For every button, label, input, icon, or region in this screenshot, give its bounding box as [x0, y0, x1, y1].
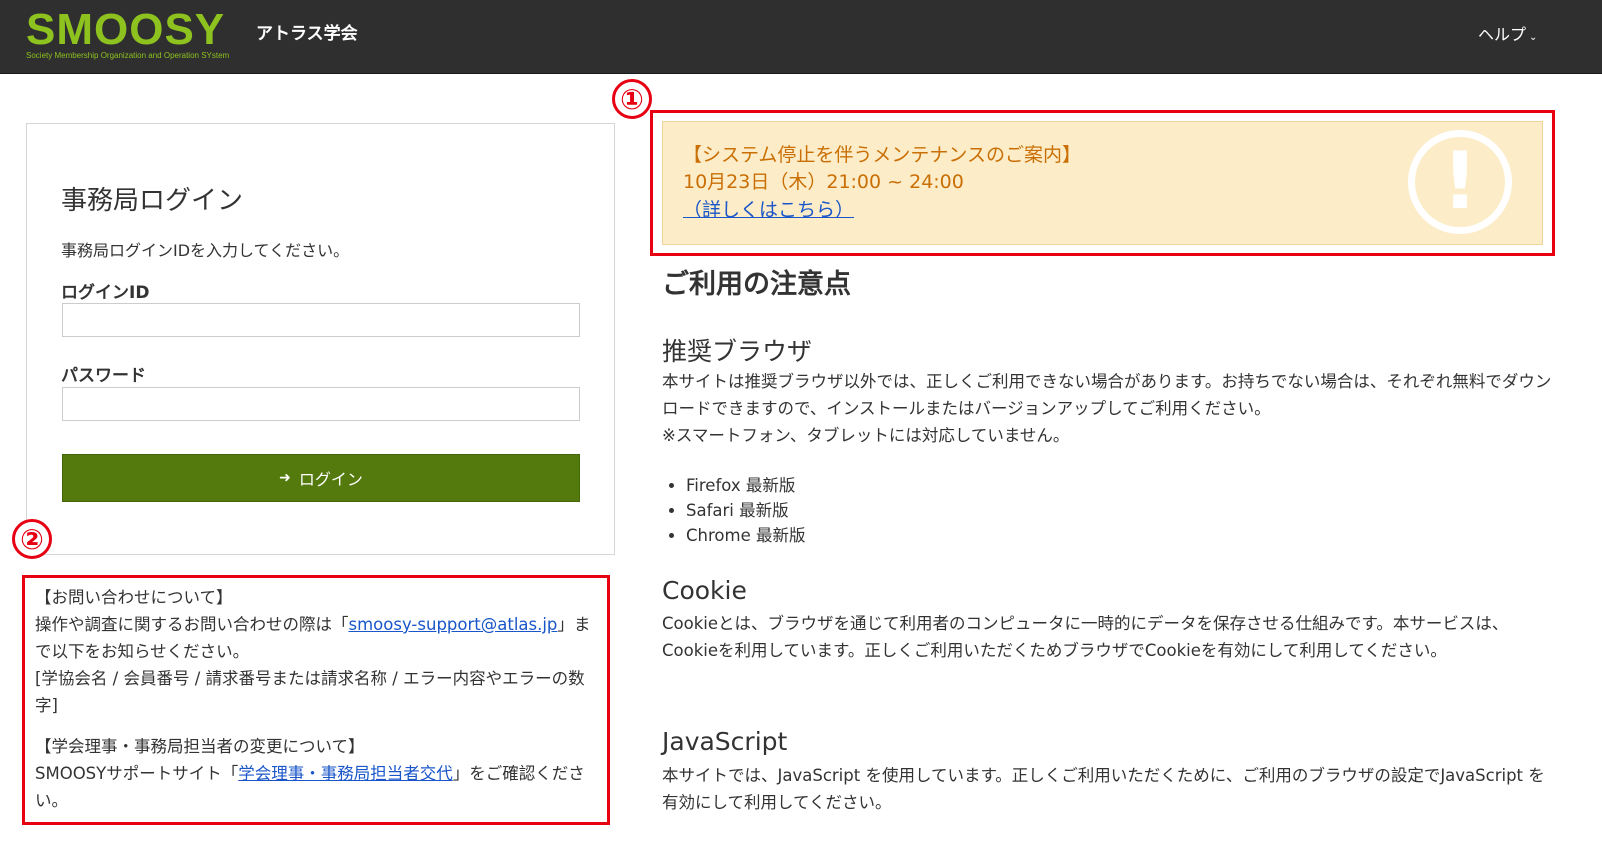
- help-menu[interactable]: ヘルプ ⌄: [1478, 21, 1537, 45]
- marker-1: ①: [612, 79, 652, 119]
- browser-heading: 推奨ブラウザ: [662, 337, 813, 366]
- javascript-heading: JavaScript: [662, 727, 788, 756]
- login-button[interactable]: ➜ ログイン: [62, 454, 580, 502]
- marker-2: ②: [12, 519, 52, 559]
- chevron-down-icon: ⌄: [1529, 32, 1538, 43]
- officer-change-link[interactable]: 学会理事・事務局担当者交代: [238, 764, 453, 783]
- login-id-label: ログインID: [61, 283, 150, 303]
- change-heading: 【学会理事・事務局担当者の変更について】: [35, 737, 365, 756]
- society-name: アトラス学会: [256, 24, 358, 44]
- help-menu-label: ヘルプ: [1478, 25, 1527, 44]
- support-email-link[interactable]: smoosy-support@atlas.jp: [349, 615, 558, 634]
- password-input[interactable]: [62, 387, 580, 421]
- javascript-description: 本サイトでは、JavaScript を使用しています。正しくご利用いただくために…: [662, 766, 1545, 812]
- login-title: 事務局ログイン: [61, 186, 244, 216]
- browser-list: Firefox 最新版 Safari 最新版 Chrome 最新版: [662, 473, 805, 548]
- list-item: Chrome 最新版: [686, 523, 805, 548]
- notice-date: 10月23日（木）21:00 ~ 24:00: [683, 171, 964, 193]
- login-panel: 事務局ログイン 事務局ログインIDを入力してください。 ログインID パスワード…: [26, 123, 615, 555]
- password-label: パスワード: [61, 366, 146, 386]
- inquiry-text: 操作や調査に関するお問い合わせの際は「smoosy-support@atlas.…: [35, 615, 591, 661]
- usage-heading: ご利用の注意点: [662, 269, 851, 300]
- browser-description: 本サイトは推奨ブラウザ以外では、正しくご利用できない場合があります。お持ちでない…: [662, 368, 1552, 449]
- inquiry-info-box: 【お問い合わせについて】 操作や調査に関するお問い合わせの際は「smoosy-s…: [22, 575, 610, 825]
- sign-in-icon: ➜: [279, 470, 291, 486]
- inquiry-heading: 【お問い合わせについて】: [35, 588, 233, 607]
- top-navbar: SMOOSY Society Membership Organization a…: [0, 0, 1602, 74]
- exclamation-circle-icon: !: [1408, 130, 1512, 234]
- notice-title: 【システム停止を伴うメンテナンスのご案内】: [683, 144, 1082, 166]
- logo-wordmark: SMOOSY: [26, 5, 226, 54]
- smoosy-logo[interactable]: SMOOSY Society Membership Organization a…: [26, 6, 256, 68]
- maintenance-notice: 【システム停止を伴うメンテナンスのご案内】 10月23日（木）21:00 ~ 2…: [662, 121, 1543, 245]
- notice-details-link[interactable]: （詳しくはこちら）: [683, 195, 854, 222]
- login-id-input[interactable]: [62, 303, 580, 337]
- list-item: Firefox 最新版: [686, 473, 805, 498]
- change-text: SMOOSYサポートサイト「学会理事・事務局担当者交代」をご確認ください。: [35, 764, 585, 810]
- cookie-description: Cookieとは、ブラウザを通じて利用者のコンピュータに一時的にデータを保存させ…: [662, 614, 1509, 660]
- cookie-heading: Cookie: [662, 576, 747, 605]
- login-button-label: ログイン: [298, 470, 363, 489]
- inquiry-fields: [学協会名 / 会員番号 / 請求番号または請求名称 / エラー内容やエラーの数…: [35, 669, 585, 715]
- list-item: Safari 最新版: [686, 498, 805, 523]
- login-description: 事務局ログインIDを入力してください。: [61, 241, 350, 260]
- browser-note: ※スマートフォン、タブレットには対応していません。: [662, 426, 1070, 445]
- logo-subtitle: Society Membership Organization and Oper…: [26, 51, 230, 60]
